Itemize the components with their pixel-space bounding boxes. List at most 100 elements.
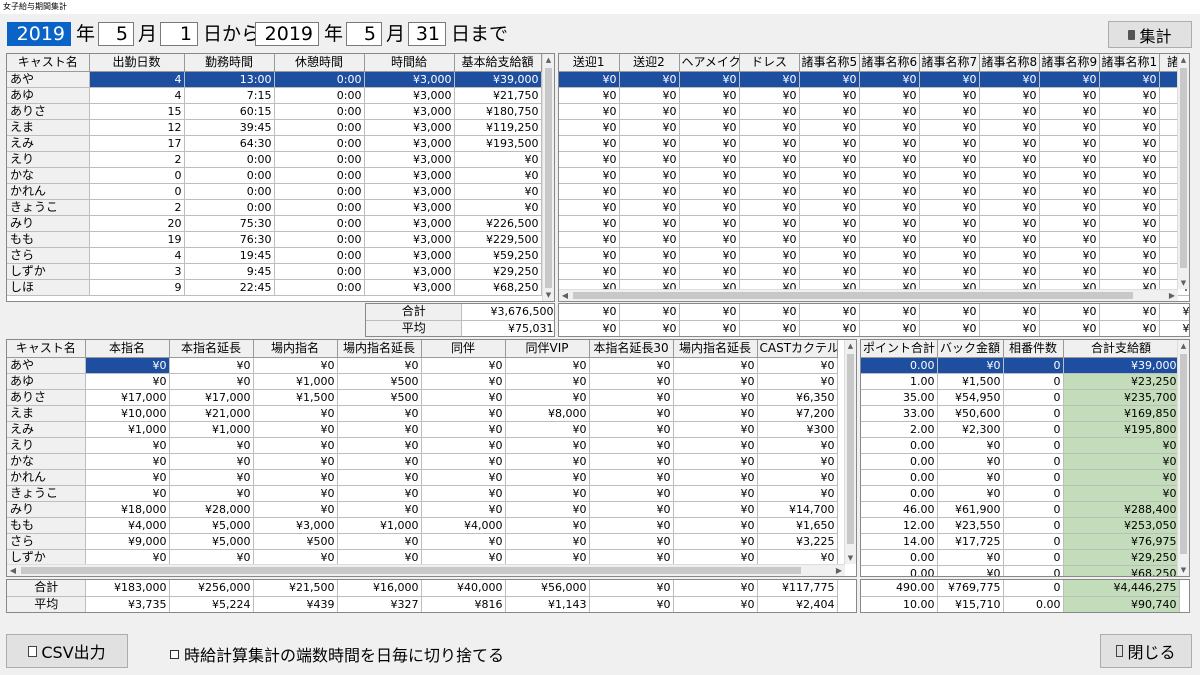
scroll-down-icon[interactable]: ▼	[1178, 564, 1189, 576]
cast-name-cell[interactable]: えり	[7, 437, 86, 454]
table-cell[interactable]: ¥0	[673, 549, 758, 566]
table-cell[interactable]: ¥0	[679, 167, 740, 184]
total-pay-cell[interactable]: ¥195,800	[1063, 421, 1180, 438]
csv-export-button[interactable]: CSV出力	[6, 634, 128, 668]
table-cell[interactable]: 76:30	[184, 231, 275, 248]
checkbox-box[interactable]	[170, 649, 179, 659]
table-cell[interactable]: ¥0	[1039, 215, 1100, 232]
horizontal-scrollbar[interactable]: ◀ ▶	[7, 564, 845, 576]
table-cell[interactable]: 33.00	[861, 405, 938, 422]
cast-name-cell[interactable]: えり	[7, 151, 90, 168]
table-cell[interactable]: ¥226,500	[454, 215, 542, 232]
table-row[interactable]: 0.00 ¥0 0 ¥0	[861, 485, 1180, 502]
table-cell[interactable]: ¥0	[757, 549, 838, 566]
table-cell[interactable]: ¥0	[337, 501, 422, 518]
table-cell[interactable]: ¥0	[85, 357, 170, 374]
total-pay-grid[interactable]: ポイント合計 バック金額 相番件数 合計支給額 0.00 ¥0 0 ¥39,000 1.00 ¥1…	[860, 339, 1190, 577]
table-cell[interactable]: 4	[89, 87, 185, 104]
table-cell[interactable]: 0.00	[861, 485, 938, 502]
table-cell[interactable]: ¥0	[679, 183, 740, 200]
table-cell[interactable]: ¥1,500	[253, 389, 338, 406]
table-cell[interactable]: ¥1,000	[85, 421, 170, 438]
table-cell[interactable]: ¥0	[799, 215, 860, 232]
table-cell[interactable]: ¥9,000	[85, 533, 170, 550]
table-cell[interactable]: ¥0	[1099, 215, 1160, 232]
column-header[interactable]: 本指名	[85, 340, 170, 358]
nomination-grid[interactable]: キャスト名 本指名 本指名延長 場内指名 場内指名延長 同伴 同伴VIP 本指名延長30 場内指…	[6, 339, 857, 577]
column-header[interactable]: 休憩時間	[274, 54, 365, 72]
table-cell[interactable]: ¥0	[739, 103, 800, 120]
table-cell[interactable]: ¥0	[1039, 119, 1100, 136]
table-cell[interactable]: 35.00	[861, 389, 938, 406]
table-cell[interactable]: ¥0	[85, 549, 170, 566]
table-cell[interactable]: ¥3,225	[757, 533, 838, 550]
table-cell[interactable]: ¥0	[337, 437, 422, 454]
scroll-left-icon[interactable]: ◀	[7, 565, 19, 576]
cast-name-cell[interactable]: みり	[7, 215, 90, 232]
table-cell[interactable]: ¥0	[979, 135, 1040, 152]
table-cell[interactable]: ¥5,000	[169, 533, 254, 550]
total-pay-cell[interactable]: ¥0	[1063, 437, 1180, 454]
horizontal-scrollbar[interactable]: ◀ ▶	[559, 289, 1178, 301]
table-row[interactable]: ¥0¥0¥0¥0¥0¥0¥0¥0¥0¥0¥0	[559, 167, 1189, 184]
table-cell[interactable]: ¥0	[337, 549, 422, 566]
table-cell[interactable]: 0:00	[184, 167, 275, 184]
column-header[interactable]: ドレス	[739, 54, 800, 72]
table-cell[interactable]: ¥500	[253, 533, 338, 550]
table-cell[interactable]: ¥0	[673, 373, 758, 390]
table-cell[interactable]: ¥0	[505, 485, 590, 502]
table-cell[interactable]: ¥4,000	[85, 517, 170, 534]
table-cell[interactable]: ¥0	[619, 87, 680, 104]
table-cell[interactable]: ¥0	[673, 501, 758, 518]
table-row[interactable]: 12.00 ¥23,550 0 ¥253,050	[861, 517, 1180, 534]
table-cell[interactable]: ¥0	[559, 119, 620, 136]
column-header[interactable]: 場内指名延長	[337, 340, 422, 358]
total-pay-cell[interactable]: ¥169,850	[1063, 405, 1180, 422]
table-cell[interactable]: 0.00	[861, 549, 938, 566]
table-row[interactable]: あや 4 13:00 0:00 ¥3,000 ¥39,000	[7, 71, 542, 88]
table-row[interactable]: 0.00 ¥0 0 ¥68,250	[861, 565, 1180, 576]
scroll-left-icon[interactable]: ◀	[559, 290, 571, 301]
table-cell[interactable]: 0:00	[184, 183, 275, 200]
table-cell[interactable]: ¥0	[619, 215, 680, 232]
table-row[interactable]: えみ 17 64:30 0:00 ¥3,000 ¥193,500	[7, 135, 542, 152]
cast-name-cell[interactable]: しほ	[7, 279, 90, 296]
table-cell[interactable]: ¥0	[619, 71, 680, 88]
table-row[interactable]: えり ¥0 ¥0 ¥0 ¥0 ¥0 ¥0 ¥0 ¥0 ¥0	[7, 437, 838, 454]
table-cell[interactable]: ¥0	[1099, 263, 1160, 280]
table-cell[interactable]: ¥0	[739, 135, 800, 152]
table-cell[interactable]: ¥0	[757, 453, 838, 470]
table-cell[interactable]: ¥0	[589, 549, 674, 566]
table-cell[interactable]: ¥0	[919, 231, 980, 248]
table-cell[interactable]: ¥0	[1099, 135, 1160, 152]
table-cell[interactable]: ¥0	[979, 71, 1040, 88]
table-cell[interactable]: ¥0	[1039, 103, 1100, 120]
table-cell[interactable]: 2	[89, 199, 185, 216]
table-cell[interactable]: ¥0	[505, 533, 590, 550]
cast-name-cell[interactable]: きょうこ	[7, 199, 90, 216]
cast-name-cell[interactable]: かれん	[7, 183, 90, 200]
column-header[interactable]: 諸事名称9	[1039, 54, 1100, 72]
table-cell[interactable]: ¥0	[859, 263, 920, 280]
table-cell[interactable]: ¥0	[799, 263, 860, 280]
table-cell[interactable]: 0:00	[274, 231, 365, 248]
table-cell[interactable]: 46.00	[861, 501, 938, 518]
column-header[interactable]: 諸事名称7	[919, 54, 980, 72]
table-cell[interactable]: 14.00	[861, 533, 938, 550]
table-cell[interactable]: 13:00	[184, 71, 275, 88]
table-cell[interactable]: ¥3,000	[364, 183, 455, 200]
table-cell[interactable]: ¥0	[919, 71, 980, 88]
table-cell[interactable]: ¥18,000	[85, 501, 170, 518]
table-cell[interactable]: 0	[1003, 549, 1064, 566]
table-cell[interactable]: ¥1,000	[253, 373, 338, 390]
table-cell[interactable]: ¥0	[85, 469, 170, 486]
table-cell[interactable]: ¥1,500	[937, 373, 1004, 390]
table-cell[interactable]: 17	[89, 135, 185, 152]
table-cell[interactable]: ¥0	[505, 373, 590, 390]
table-cell[interactable]: ¥0	[937, 437, 1004, 454]
table-cell[interactable]: 0:00	[274, 215, 365, 232]
table-cell[interactable]: ¥0	[799, 167, 860, 184]
scroll-up-icon[interactable]: ▲	[1178, 54, 1189, 66]
table-cell[interactable]: ¥0	[559, 199, 620, 216]
table-cell[interactable]: ¥0	[979, 215, 1040, 232]
